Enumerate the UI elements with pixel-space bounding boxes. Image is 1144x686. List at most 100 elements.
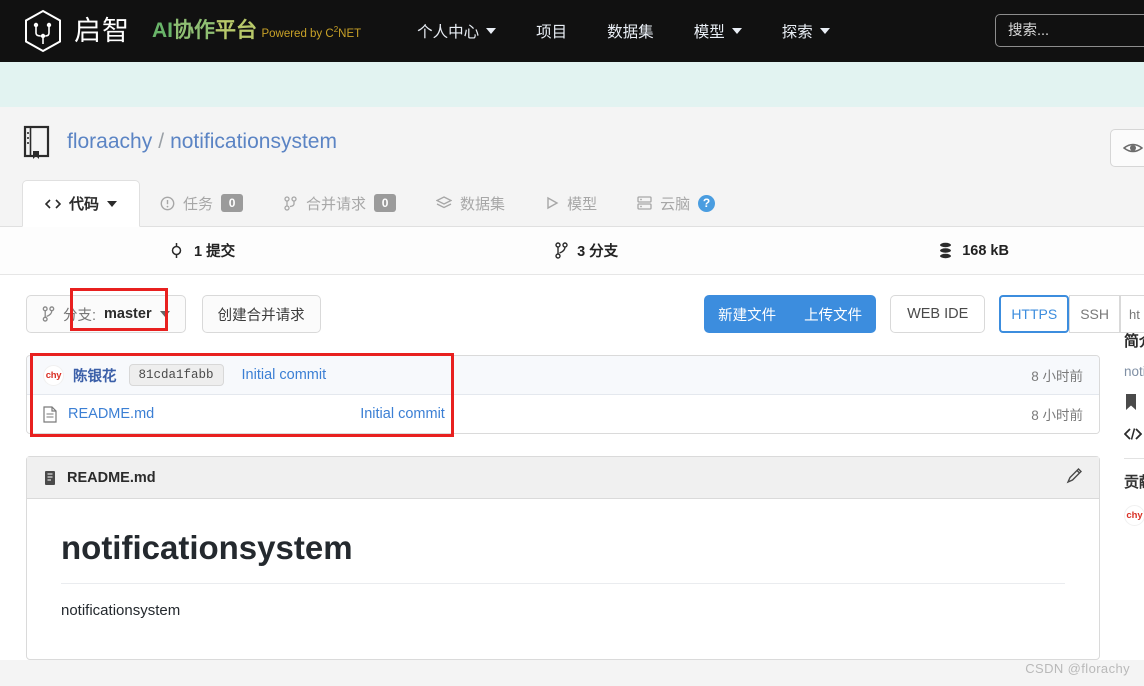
brand-logo[interactable]: 启智 AI协作平台 Powered by C2NET [22, 9, 361, 53]
readme-panel: README.md notificationsystem notificatio… [26, 456, 1100, 660]
repository-stats-bar: 1 提交 3 分支 168 kB [0, 227, 1144, 275]
file-name-link[interactable]: README.md [68, 406, 154, 422]
repo-name-link[interactable]: notificationsystem [170, 130, 337, 153]
repo-owner-link[interactable]: floraachy [67, 130, 152, 153]
file-commit-message[interactable]: Initial commit [360, 406, 445, 422]
branch-selector-label: 分支: [63, 307, 97, 324]
brand-tagline-seg1: AI [152, 18, 173, 42]
readme-paragraph: notificationsystem [61, 602, 181, 619]
repository-tab-bar: 代码 任务 0 合并请求 0 数据集 模型 云脑 ? [0, 180, 1144, 227]
repository-sidebar: 简介 noti 贡献 chy [1123, 330, 1144, 526]
repository-right-actions: 新建文件 上传文件 WEB IDE HTTPS SSH ht [704, 295, 1144, 333]
dataset-icon [436, 196, 453, 210]
breadcrumb-separator: / [158, 130, 165, 153]
nav-item-datasets[interactable]: 数据集 [587, 20, 674, 42]
create-pull-request-label: 创建合并请求 [217, 307, 305, 324]
clone-protocol-group: HTTPS SSH ht [999, 295, 1144, 333]
chevron-down-icon [819, 28, 830, 34]
nav-label-personal-center: 个人中心 [417, 24, 480, 41]
brand-tagline-seg3: 平台 [215, 18, 257, 42]
brand-tagline-seg2: 协作 [173, 18, 215, 42]
stat-size-label: 168 kB [962, 242, 1009, 259]
nav-label-projects: 项目 [536, 24, 568, 41]
tab-label-issues: 任务 [183, 195, 214, 213]
commit-author[interactable]: 陈银花 [73, 365, 117, 386]
tab-label-code: 代码 [69, 196, 100, 213]
qizhi-logo-icon [25, 9, 61, 53]
bookmark-icon[interactable] [1124, 393, 1144, 414]
tab-label-datasets: 数据集 [460, 195, 506, 213]
file-listing-wrapper: chy 陈银花 81cda1fabb Initial commit 8 小时前 … [26, 353, 1122, 437]
eye-icon [1123, 143, 1143, 153]
readme-heading: notificationsystem [61, 529, 1065, 584]
brand-tagline: AI协作平台 [152, 19, 257, 42]
clone-https-button[interactable]: HTTPS [999, 295, 1070, 333]
stat-branches-label: 3 分支 [577, 244, 619, 260]
nav-item-explore[interactable]: 探索 [762, 20, 850, 42]
tab-models[interactable]: 模型 [525, 180, 617, 226]
tab-pull-requests[interactable]: 合并请求 0 [263, 180, 416, 226]
sidebar-contributor-avatar[interactable]: chy [1124, 505, 1144, 526]
tab-label-models: 模型 [567, 195, 598, 213]
clone-url-input[interactable]: ht [1120, 295, 1144, 333]
edit-pencil-icon[interactable] [1066, 467, 1083, 488]
branch-selector-value: master [104, 306, 152, 322]
pull-request-icon [283, 195, 298, 211]
stat-commits-label: 1 提交 [194, 244, 236, 260]
code-icon[interactable] [1123, 427, 1144, 444]
latest-commit-row: chy 陈银花 81cda1fabb Initial commit 8 小时前 [27, 356, 1099, 395]
code-icon [45, 198, 61, 210]
commit-icon [171, 243, 182, 258]
tab-cloudbrain[interactable]: 云脑 ? [617, 180, 735, 226]
cloudbrain-icon [637, 196, 652, 210]
search-input[interactable] [995, 14, 1144, 47]
tab-label-cloudbrain: 云脑 [660, 195, 691, 213]
web-ide-button[interactable]: WEB IDE [890, 295, 986, 333]
nav-item-personal-center[interactable]: 个人中心 [397, 20, 516, 42]
top-navigation-bar: 启智 AI协作平台 Powered by C2NET 个人中心 项目 数据集 模… [0, 0, 1144, 62]
tab-label-pull-requests: 合并请求 [306, 195, 367, 213]
commit-time: 8 小时前 [1031, 369, 1083, 384]
table-row[interactable]: README.md Initial commit 8 小时前 [27, 395, 1099, 433]
tab-issues[interactable]: 任务 0 [140, 180, 263, 226]
sidebar-icon-list [1123, 393, 1144, 444]
repository-book-icon [23, 125, 50, 159]
stat-commits[interactable]: 1 提交 [168, 240, 235, 261]
breadcrumb: floraachy / notificationsystem [22, 125, 1122, 159]
branch-selector-button[interactable]: 分支: master [26, 295, 186, 333]
sidebar-divider [1124, 458, 1144, 459]
nav-item-projects[interactable]: 项目 [516, 20, 587, 42]
nav-item-models[interactable]: 模型 [674, 20, 762, 42]
new-file-button[interactable]: 新建文件 [704, 295, 790, 333]
stat-branches[interactable]: 3 分支 [555, 240, 618, 261]
tab-code[interactable]: 代码 [22, 180, 141, 227]
clone-ssh-button[interactable]: SSH [1069, 295, 1120, 333]
sidebar-intro-description: noti [1124, 364, 1144, 379]
upload-file-button[interactable]: 上传文件 [790, 295, 876, 333]
database-icon [940, 242, 952, 259]
readme-header: README.md [27, 457, 1099, 499]
tab-datasets[interactable]: 数据集 [416, 180, 525, 226]
file-listing-table: chy 陈银花 81cda1fabb Initial commit 8 小时前 … [26, 355, 1100, 434]
avatar[interactable]: chy [43, 364, 64, 386]
brand-name-cn: 启智 [74, 15, 130, 46]
nav-label-explore: 探索 [781, 24, 813, 41]
repository-header: floraachy / notificationsystem [0, 107, 1144, 167]
readme-filename: README.md [67, 469, 156, 486]
chevron-down-icon [107, 200, 118, 207]
repository-actions-row: 分支: master 创建合并请求 新建文件 上传文件 WEB IDE HTTP… [0, 275, 1144, 333]
create-pull-request-button[interactable]: 创建合并请求 [201, 295, 321, 333]
sidebar-contributors-title: 贡献 [1124, 474, 1144, 491]
commit-hash[interactable]: 81cda1fabb [128, 364, 224, 386]
repo-path: floraachy / notificationsystem [67, 130, 337, 154]
chevron-down-icon [731, 28, 742, 34]
branch-icon [42, 306, 55, 322]
nav-label-models: 模型 [693, 24, 725, 41]
commit-message[interactable]: Initial commit [242, 367, 327, 383]
readme-file-icon [43, 470, 57, 486]
tab-badge-pull-requests: 0 [374, 194, 397, 212]
help-icon[interactable]: ? [698, 194, 716, 212]
powered-by-prefix: Powered by C [261, 27, 334, 40]
watch-repository-button[interactable] [1110, 129, 1144, 167]
main-nav-items: 个人中心 项目 数据集 模型 探索 [397, 20, 850, 42]
